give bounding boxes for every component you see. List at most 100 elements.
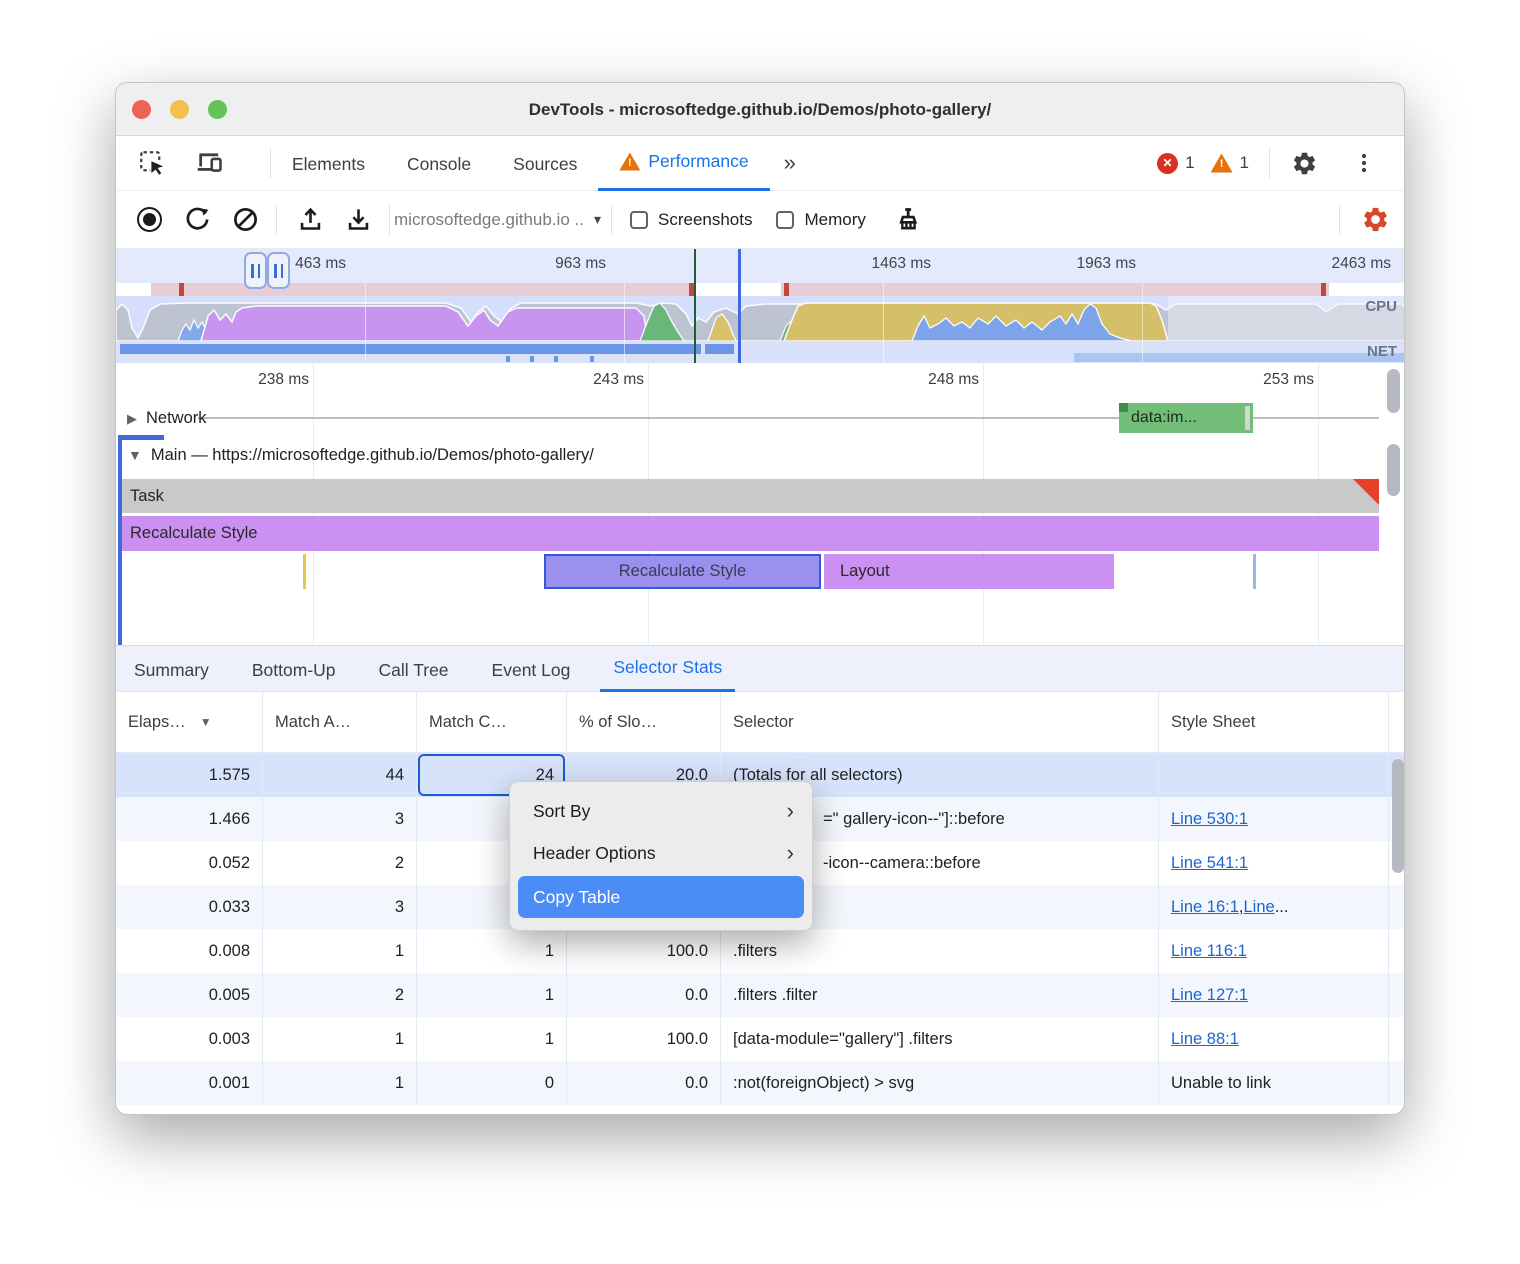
stylesheet-link[interactable]: Line 127:1 <box>1171 986 1248 1005</box>
tab-sources[interactable]: Sources <box>492 136 598 191</box>
table-row[interactable]: 0.001 1 0 0.0 :not(foreignObject) > svg … <box>116 1061 1404 1105</box>
column-header-style-sheet[interactable]: Style Sheet <box>1159 692 1389 752</box>
tab-console[interactable]: Console <box>386 136 492 191</box>
cell-elapsed[interactable]: 0.033 <box>116 885 263 929</box>
memory-checkbox[interactable] <box>776 211 794 229</box>
stylesheet-link[interactable]: Line 530:1 <box>1171 810 1248 829</box>
cell-style-sheet[interactable]: Unable to link <box>1159 1061 1389 1105</box>
cell-selector[interactable]: :not(foreignObject) > svg <box>721 1061 1159 1105</box>
timeline-ruler[interactable]: 238 ms 243 ms 248 ms 253 ms <box>116 363 1404 401</box>
cell-elapsed[interactable]: 0.003 <box>116 1017 263 1061</box>
clear-recording-icon[interactable] <box>228 203 262 237</box>
reload-and-record-icon[interactable] <box>180 203 214 237</box>
cell-match-attempts[interactable]: 1 <box>263 929 417 973</box>
cell-style-sheet[interactable]: Line 88:1 <box>1159 1017 1389 1061</box>
tab-call-tree[interactable]: Call Tree <box>366 646 462 692</box>
capture-settings-gear-icon[interactable] <box>1358 203 1392 237</box>
cell-style-sheet[interactable]: Line 127:1 <box>1159 973 1389 1017</box>
cell-match-count[interactable]: 1 <box>417 1017 567 1061</box>
recalculate-style-bar[interactable]: Recalculate Style <box>122 516 1379 551</box>
cell-pct-slow[interactable]: 0.0 <box>567 1061 721 1105</box>
stylesheet-link[interactable]: Line <box>1244 898 1275 917</box>
cpu-overview-chart[interactable]: CPU <box>116 296 1404 341</box>
table-row[interactable]: 0.005 2 1 0.0 .filters .filter Line 127:… <box>116 973 1404 1017</box>
net-tick <box>590 356 594 362</box>
cell-match-attempts[interactable]: 1 <box>263 1061 417 1105</box>
inspect-element-icon[interactable] <box>134 145 170 181</box>
cell-elapsed[interactable]: 0.008 <box>116 929 263 973</box>
cell-match-count[interactable]: 1 <box>417 973 567 1017</box>
overview-ruler[interactable]: 463 ms 963 ms 1463 ms 1963 ms 2463 ms <box>116 249 1404 283</box>
stylesheet-link[interactable]: Line 116:1 <box>1171 942 1247 961</box>
selected-recalculate-style-event[interactable]: Recalculate Style <box>544 554 821 589</box>
profile-select[interactable]: microsoftedge.github.io .. ▾ <box>394 210 601 230</box>
cell-style-sheet[interactable] <box>1159 753 1389 797</box>
net-overview-strip[interactable]: NET <box>116 341 1404 363</box>
record-button[interactable] <box>132 203 166 237</box>
layout-event[interactable]: Layout <box>824 554 1114 589</box>
tab-summary[interactable]: Summary <box>121 646 222 692</box>
network-track-header[interactable]: ▶ Network <box>127 401 207 436</box>
collect-garbage-icon[interactable] <box>890 203 924 237</box>
tab-performance[interactable]: ! Performance <box>598 136 769 191</box>
tab-label: Call Tree <box>379 660 449 681</box>
cell-pct-slow[interactable]: 100.0 <box>567 929 721 973</box>
device-toolbar-icon[interactable] <box>192 145 228 181</box>
table-row[interactable]: 0.003 1 1 100.0 [data-module="gallery"] … <box>116 1017 1404 1061</box>
load-profile-icon[interactable] <box>293 203 327 237</box>
stylesheet-link[interactable]: Line 541:1 <box>1171 854 1248 873</box>
cell-pct-slow[interactable]: 0.0 <box>567 973 721 1017</box>
cell-match-count[interactable]: 0 <box>417 1061 567 1105</box>
window-left-resizer-handle[interactable] <box>244 252 267 289</box>
cell-match-attempts[interactable]: 2 <box>263 841 417 885</box>
cell-match-attempts[interactable]: 3 <box>263 885 417 929</box>
column-header-pct-slow[interactable]: % of Slo… <box>567 692 721 752</box>
cell-match-count[interactable]: 1 <box>417 929 567 973</box>
stylesheet-link[interactable]: Line 16:1 <box>1171 898 1239 917</box>
menu-item-header-options[interactable]: Header Options › <box>510 832 812 874</box>
warning-badge-icon[interactable]: ! <box>1211 154 1233 173</box>
cell-style-sheet[interactable]: Line 116:1 <box>1159 929 1389 973</box>
tab-selector-stats[interactable]: Selector Stats <box>600 646 735 692</box>
network-request-event[interactable]: data:im... <box>1119 403 1253 433</box>
settings-gear-icon[interactable] <box>1286 145 1322 181</box>
cell-elapsed[interactable]: 1.466 <box>116 797 263 841</box>
main-track-header[interactable]: ▼ Main — https://microsoftedge.github.io… <box>128 435 594 475</box>
column-header-match-count[interactable]: Match C… <box>417 692 567 752</box>
error-badge-icon[interactable]: ✕ <box>1157 153 1178 174</box>
cell-style-sheet[interactable]: Line 16:1 , Line... <box>1159 885 1389 929</box>
window-right-resizer-handle[interactable] <box>267 252 290 289</box>
cell-elapsed[interactable]: 0.005 <box>116 973 263 1017</box>
column-header-match-attempts[interactable]: Match A… <box>263 692 417 752</box>
cell-selector[interactable]: .filters .filter <box>721 973 1159 1017</box>
cell-match-attempts[interactable]: 1 <box>263 1017 417 1061</box>
column-header-elapsed[interactable]: Elaps… ▼ <box>116 692 263 752</box>
save-profile-icon[interactable] <box>341 203 375 237</box>
cell-elapsed[interactable]: 0.052 <box>116 841 263 885</box>
menu-item-sort-by[interactable]: Sort By › <box>510 790 812 832</box>
cell-selector[interactable]: .filters <box>721 929 1159 973</box>
cell-style-sheet[interactable]: Line 530:1 <box>1159 797 1389 841</box>
cell-selector[interactable]: [data-module="gallery"] .filters <box>721 1017 1159 1061</box>
cell-pct-slow[interactable]: 100.0 <box>567 1017 721 1061</box>
column-header-selector[interactable]: Selector <box>721 692 1159 752</box>
tab-elements[interactable]: Elements <box>271 136 386 191</box>
grid-scrollbar-thumb[interactable] <box>1392 759 1404 873</box>
cell-elapsed[interactable]: 1.575 <box>116 753 263 797</box>
table-row[interactable]: 0.008 1 1 100.0 .filters Line 116:1 <box>116 929 1404 973</box>
cell-match-attempts[interactable]: 2 <box>263 973 417 1017</box>
kebab-menu-icon[interactable] <box>1346 145 1382 181</box>
tab-event-log[interactable]: Event Log <box>479 646 584 692</box>
cell-match-attempts[interactable]: 44 <box>263 753 417 797</box>
tab-bottom-up[interactable]: Bottom-Up <box>239 646 349 692</box>
stylesheet-link[interactable]: Line 88:1 <box>1171 1030 1239 1049</box>
flame-scrollbar-thumb[interactable] <box>1387 369 1400 413</box>
cell-elapsed[interactable]: 0.001 <box>116 1061 263 1105</box>
screenshots-checkbox[interactable] <box>630 211 648 229</box>
more-tabs-icon[interactable]: » <box>770 150 810 176</box>
task-event-bar[interactable]: Task <box>122 479 1379 513</box>
cell-style-sheet[interactable]: Line 541:1 <box>1159 841 1389 885</box>
menu-item-copy-table[interactable]: Copy Table <box>518 876 804 918</box>
cell-match-attempts[interactable]: 3 <box>263 797 417 841</box>
flame-scrollbar-thumb[interactable] <box>1387 444 1400 496</box>
